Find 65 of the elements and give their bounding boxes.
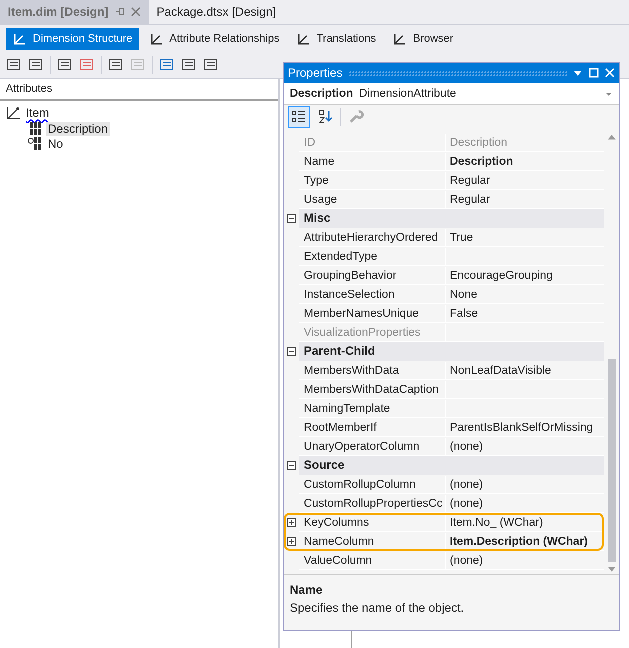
property-name[interactable]: KeyColumns bbox=[299, 514, 446, 532]
property-value[interactable]: None bbox=[446, 286, 604, 304]
key-icon bbox=[28, 137, 42, 151]
property-name[interactable]: CustomRollupPropertiesCc bbox=[299, 494, 446, 512]
expand-icon bbox=[287, 537, 296, 546]
property-value[interactable]: Description bbox=[446, 152, 604, 170]
property-value[interactable]: EncourageGrouping bbox=[446, 266, 604, 284]
property-name[interactable]: AttributeHierarchyOrdered bbox=[299, 228, 446, 246]
tree-item[interactable]: Item bbox=[26, 106, 50, 120]
property-value[interactable]: True bbox=[446, 228, 604, 246]
categorized-icon bbox=[291, 109, 307, 125]
designer-tab[interactable]: Attribute Relationships bbox=[142, 28, 286, 50]
property-value[interactable]: Item.Description (WChar) bbox=[446, 532, 604, 550]
property-value[interactable]: NonLeafDataVisible bbox=[446, 362, 604, 380]
property-name[interactable]: ValueColumn bbox=[299, 552, 446, 570]
grid-icon bbox=[28, 122, 42, 136]
scroll-up-icon bbox=[606, 133, 616, 141]
property-name[interactable]: Type bbox=[299, 172, 446, 190]
close-icon bbox=[130, 7, 141, 17]
property-name[interactable]: InstanceSelection bbox=[299, 286, 446, 304]
list-icon[interactable] bbox=[203, 57, 219, 73]
wrench-icon bbox=[348, 109, 364, 125]
pin-icon bbox=[114, 7, 125, 17]
category-header[interactable]: Source bbox=[299, 456, 604, 475]
property-value[interactable]: (none) bbox=[446, 494, 604, 512]
list-icon[interactable] bbox=[57, 57, 73, 73]
tree-item[interactable]: Description bbox=[46, 122, 110, 136]
property-value[interactable]: (none) bbox=[446, 552, 604, 570]
designer-tab[interactable]: Browser bbox=[386, 28, 460, 50]
scrollbar-thumb[interactable] bbox=[608, 358, 616, 562]
maximize-icon bbox=[589, 68, 599, 78]
collapse-icon bbox=[287, 347, 296, 356]
sort-icon bbox=[317, 109, 333, 125]
property-value[interactable]: False bbox=[446, 304, 604, 322]
designer-tab[interactable]: Dimension Structure bbox=[6, 28, 139, 50]
property-value[interactable]: ParentIsBlankSelfOrMissing bbox=[446, 418, 604, 436]
designer-tab[interactable]: Translations bbox=[290, 28, 382, 50]
category-header[interactable]: Misc bbox=[299, 209, 604, 228]
property-name[interactable]: ExtendedType bbox=[299, 248, 446, 266]
property-name[interactable]: GroupingBehavior bbox=[299, 266, 446, 284]
property-name[interactable]: MembersWithData bbox=[299, 362, 446, 380]
property-name[interactable]: MembersWithDataCaption bbox=[299, 380, 446, 398]
window-title: Properties bbox=[288, 66, 343, 80]
property-name[interactable]: CustomRollupColumn bbox=[299, 476, 446, 494]
category-header[interactable]: Parent-Child bbox=[299, 342, 604, 361]
property-value[interactable]: (none) bbox=[446, 476, 604, 494]
help-title: Name bbox=[290, 583, 324, 597]
property-name[interactable]: NamingTemplate bbox=[299, 400, 446, 418]
object-selector[interactable]: Description DimensionAttribute bbox=[284, 83, 619, 105]
property-value[interactable]: Item.No_ (WChar) bbox=[446, 514, 604, 532]
property-name[interactable]: Name bbox=[299, 152, 446, 170]
tree-item[interactable]: No bbox=[46, 137, 66, 151]
property-value[interactable]: Regular bbox=[446, 172, 604, 190]
dropdown-icon bbox=[573, 68, 583, 78]
property-name[interactable]: MemberNamesUnique bbox=[299, 304, 446, 322]
expand-icon bbox=[287, 518, 296, 527]
property-name[interactable]: NameColumn bbox=[299, 532, 446, 550]
help-text: Specifies the name of the object. bbox=[290, 601, 466, 615]
categorized-button[interactable] bbox=[288, 106, 310, 128]
close-icon bbox=[605, 68, 615, 78]
collapse-icon bbox=[287, 214, 296, 223]
hierarchy-icon bbox=[6, 105, 22, 121]
collapse-icon bbox=[287, 461, 296, 470]
pane-title: Attributes bbox=[0, 79, 278, 101]
property-name[interactable]: RootMemberIf bbox=[299, 418, 446, 436]
